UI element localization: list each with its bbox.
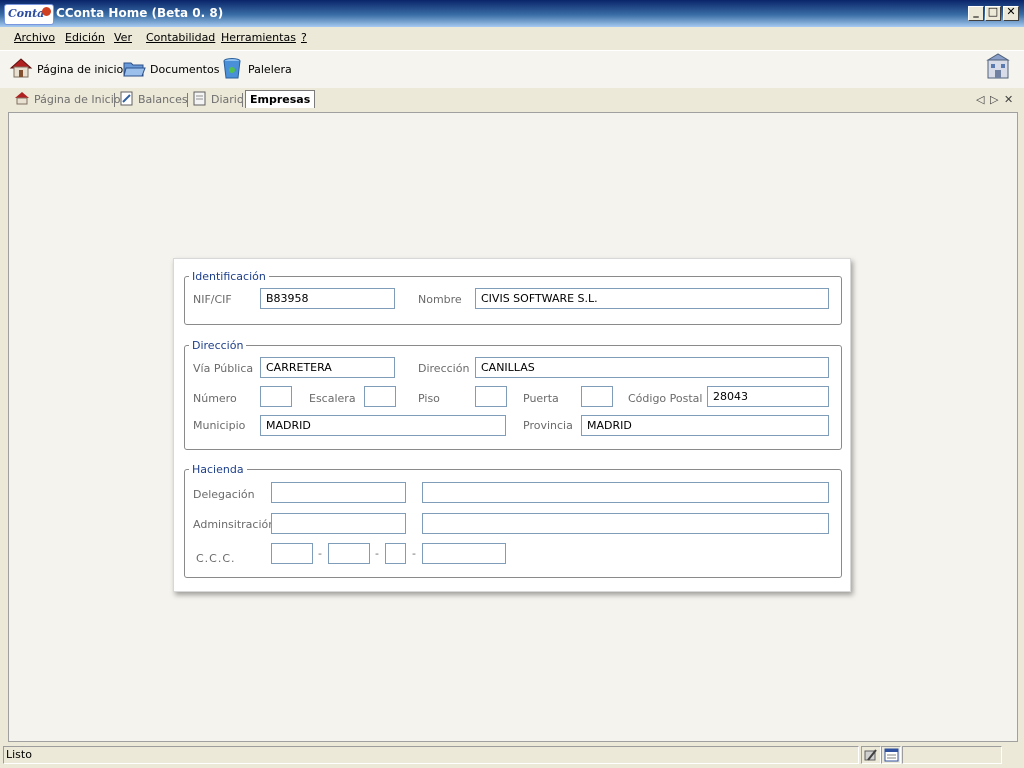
tab-bar: Página de Inicio Balances Diario Empresa…	[0, 88, 1024, 110]
company-form: Identificación NIF/CIF B83958 Nombre CIV…	[173, 258, 851, 592]
tab-close-button[interactable]: ✕	[1004, 93, 1013, 106]
tab-separator	[242, 93, 243, 107]
documents-button-label: Documentos	[150, 62, 220, 76]
status-panel	[902, 746, 1002, 764]
delegacion-label: Delegación	[193, 488, 255, 501]
menu-edicion[interactable]: Edición	[65, 31, 105, 44]
tab-separator	[114, 93, 115, 107]
menu-herramientas[interactable]: Herramientas	[221, 31, 296, 44]
ccc-dc-input[interactable]	[385, 543, 406, 564]
puerta-label: Puerta	[523, 392, 559, 405]
escalera-input[interactable]	[364, 386, 396, 407]
tab-prev-button[interactable]: ◁	[976, 93, 984, 106]
nombre-input[interactable]: CIVIS SOFTWARE S.L.	[475, 288, 829, 309]
tab-label: Página de Inicio	[34, 93, 121, 106]
menu-archivo[interactable]: Archivo	[14, 31, 55, 44]
document-icon	[193, 91, 207, 109]
delegacion-name-input[interactable]	[422, 482, 829, 503]
administracion-code-input[interactable]	[271, 513, 406, 534]
documents-button[interactable]: Documentos	[122, 57, 219, 81]
menu-bar: Archivo Edición Ver Contabilidad Herrami…	[0, 27, 1024, 49]
codigo-postal-input[interactable]: 28043	[707, 386, 829, 407]
trash-button[interactable]: Palelera	[220, 57, 292, 81]
administracion-name-input[interactable]	[422, 513, 829, 534]
tab-diario[interactable]: Diario	[193, 91, 244, 108]
tab-pagina-inicio[interactable]: Página de Inicio	[14, 91, 120, 108]
document-edit-icon	[120, 91, 134, 109]
tab-separator	[187, 93, 188, 107]
ccc-oficina-input[interactable]	[328, 543, 370, 564]
close-icon: ✕	[1006, 5, 1016, 18]
recycle-bin-icon	[220, 56, 244, 83]
piso-input[interactable]	[475, 386, 507, 407]
trash-button-label: Palelera	[248, 62, 292, 76]
tab-label: Balances	[138, 93, 188, 106]
tab-empresas[interactable]: Empresas	[245, 90, 316, 108]
ccc-separator: -	[412, 547, 416, 560]
ccc-label: C.C.C.	[196, 552, 236, 565]
status-bar: Listo	[0, 744, 1024, 768]
status-calendar-cell[interactable]	[881, 746, 901, 764]
toolbar: Página de inicio Documentos Palelera	[0, 50, 1024, 89]
ccc-separator: -	[318, 547, 322, 560]
house-icon	[9, 57, 33, 82]
menu-help[interactable]: ?	[301, 31, 307, 44]
via-publica-label: Vía Pública	[193, 362, 254, 375]
provincia-input[interactable]: MADRID	[581, 415, 829, 436]
menu-contabilidad[interactable]: Contabilidad	[146, 31, 215, 44]
maximize-button[interactable]: □	[985, 5, 1001, 21]
status-text: Listo	[3, 746, 859, 764]
numero-label: Número	[193, 392, 237, 405]
tab-label: Diario	[211, 93, 244, 106]
maximize-icon: □	[987, 5, 999, 18]
delegacion-code-input[interactable]	[271, 482, 406, 503]
app-logo: Conta	[4, 4, 54, 25]
ccc-cuenta-input[interactable]	[422, 543, 506, 564]
direccion-legend: Dirección	[192, 339, 244, 352]
tools-icon	[864, 748, 878, 765]
folder-icon	[122, 57, 146, 82]
building-icon	[985, 52, 1011, 83]
menu-ver[interactable]: Ver	[114, 31, 132, 44]
company-button[interactable]	[985, 52, 1011, 79]
minimize-icon: _	[973, 5, 979, 18]
nif-label: NIF/CIF	[193, 293, 232, 306]
hacienda-legend: Hacienda	[192, 463, 244, 476]
identificacion-legend: Identificación	[192, 270, 266, 283]
tab-balances[interactable]: Balances	[120, 91, 188, 108]
piso-label: Piso	[418, 392, 440, 405]
direccion-label: Dirección	[418, 362, 470, 375]
escalera-label: Escalera	[309, 392, 356, 405]
provincia-label: Provincia	[523, 419, 573, 432]
direccion-input[interactable]: CANILLAS	[475, 357, 829, 378]
numero-input[interactable]	[260, 386, 292, 407]
logo-ball-icon	[42, 7, 51, 16]
minimize-button[interactable]: _	[968, 5, 984, 21]
via-publica-input[interactable]: CARRETERA	[260, 357, 395, 378]
municipio-input[interactable]: MADRID	[260, 415, 506, 436]
home-button-label: Página de inicio	[37, 62, 124, 76]
ccc-entidad-input[interactable]	[271, 543, 313, 564]
tab-label: Empresas	[250, 93, 311, 106]
nif-input[interactable]: B83958	[260, 288, 395, 309]
codigo-postal-label: Código Postal	[628, 392, 703, 405]
nombre-label: Nombre	[418, 293, 462, 306]
title-bar[interactable]: Conta CConta Home (Beta 0. 8) _ □ ✕	[0, 0, 1024, 27]
administracion-label: Adminsitración	[193, 518, 276, 531]
tab-next-button[interactable]: ▷	[990, 93, 998, 106]
home-button[interactable]: Página de inicio	[9, 57, 123, 81]
puerta-input[interactable]	[581, 386, 613, 407]
window-title: CConta Home (Beta 0. 8)	[56, 6, 224, 20]
house-icon	[14, 91, 30, 108]
ccc-separator: -	[375, 547, 379, 560]
app-logo-text: Conta	[8, 7, 45, 20]
close-button[interactable]: ✕	[1003, 5, 1019, 21]
municipio-label: Municipio	[193, 419, 246, 432]
calendar-icon	[884, 748, 899, 765]
status-tools-cell[interactable]	[861, 746, 881, 764]
